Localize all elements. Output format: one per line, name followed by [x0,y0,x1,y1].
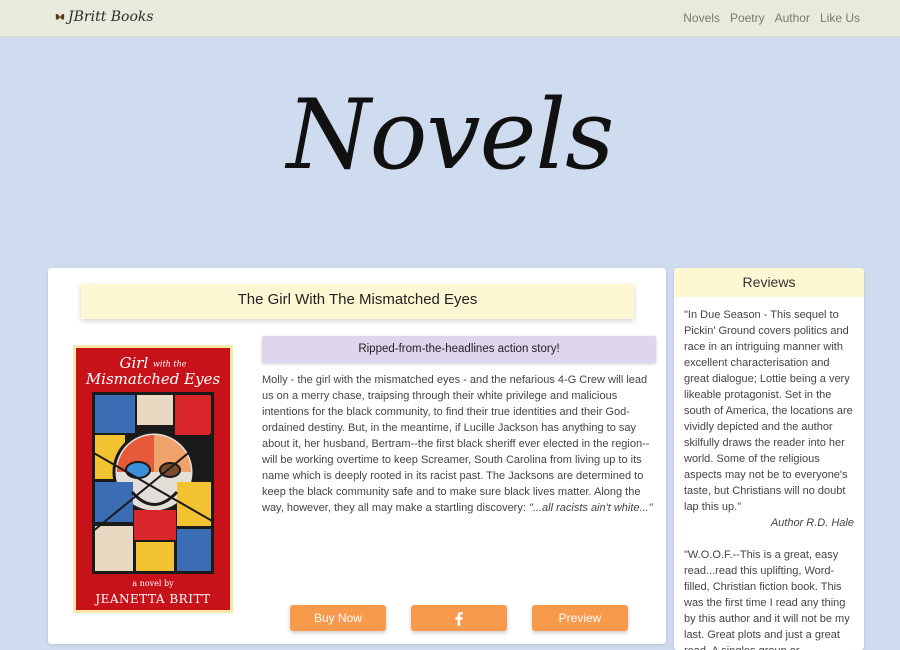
review-text: "In Due Season - This sequel to Pickin' … [684,309,853,513]
brand-name: JBritt Books [68,9,154,25]
facebook-icon [455,611,463,626]
cover-author: JEANETTA BRITT [95,592,211,606]
facebook-button[interactable] [411,605,507,631]
navbar: JBritt Books Novels Poetry Author Like U… [0,0,900,37]
butterfly-icon [55,13,65,20]
description-quote: "...all racists ain't white..." [528,502,653,514]
nav-link-poetry[interactable]: Poetry [730,11,765,25]
book-cover[interactable]: Girl with the Mismatched Eyes a novel by [73,345,233,613]
book-description: Molly - the girl with the mismatched eye… [262,372,656,516]
brand-link[interactable]: JBritt Books [55,9,154,25]
reviews-heading: Reviews [674,268,864,297]
cover-title-small: with the [153,359,187,369]
reviews-panel: Reviews "In Due Season - This sequel to … [674,268,864,650]
book-title: The Girl With The Mismatched Eyes [81,284,634,319]
cover-title: Girl with the Mismatched Eyes [76,356,230,387]
buy-now-button[interactable]: Buy Now [290,605,386,631]
nav-link-like-us[interactable]: Like Us [820,11,860,25]
nav-link-novels[interactable]: Novels [683,11,720,25]
page-title: Novels [286,79,615,191]
review-author: Author R.D. Hale [770,517,854,529]
reviews-body[interactable]: "In Due Season - This sequel to Pickin' … [674,297,864,650]
description-text: Molly - the girl with the mismatched eye… [262,374,650,514]
cover-subtitle: a novel by [132,579,174,588]
review-text: "W.O.O.F.--This is a great, easy read...… [684,549,850,650]
book-tagline: Ripped-from-the-headlines action story! [262,336,656,363]
nav-link-author[interactable]: Author [775,11,810,25]
preview-button[interactable]: Preview [532,605,628,631]
cover-artwork [92,392,214,574]
book-card: The Girl With The Mismatched Eyes Girl w… [48,268,666,644]
nav-links: Novels Poetry Author Like Us [683,11,860,25]
cover-title-line2: Mismatched Eyes [85,369,221,388]
